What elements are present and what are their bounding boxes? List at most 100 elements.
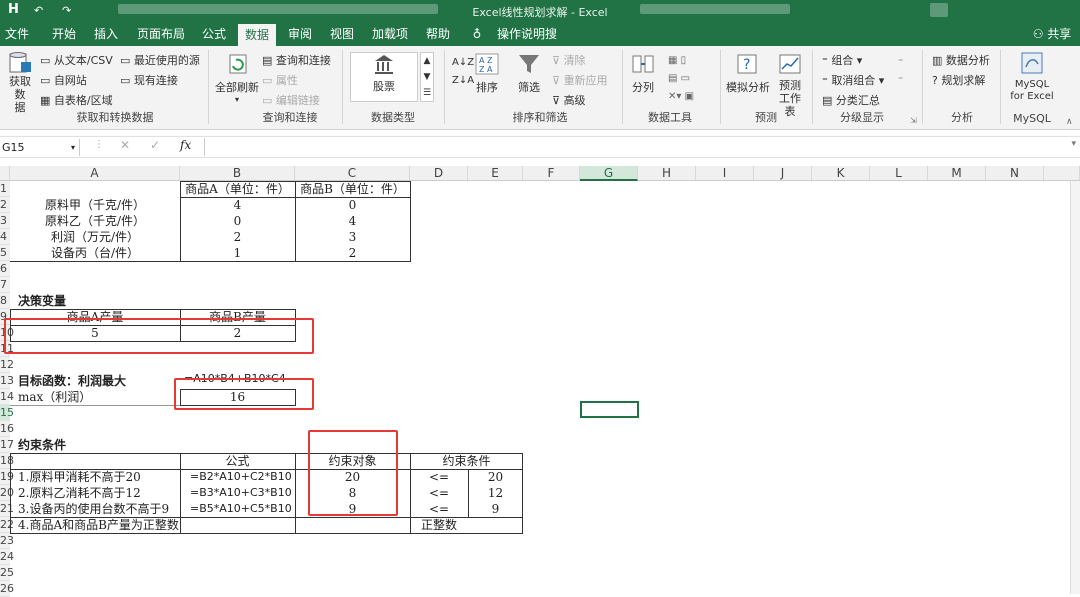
cell-B20[interactable]: =B3*A10+C3*B10 — [190, 485, 292, 501]
cell-C2[interactable]: 0 — [295, 197, 410, 213]
cell-B1[interactable]: 商品A（单位：件） — [180, 181, 295, 197]
select-all-corner[interactable] — [0, 166, 10, 181]
clear-filter[interactable]: ⊽ 清除 — [552, 52, 586, 68]
cell-D21[interactable]: <= — [410, 501, 468, 517]
cell-A5[interactable]: 设备丙（台/件） — [10, 245, 180, 261]
datatype-gallery-scroll[interactable]: ▲ ▼ ☰ — [420, 52, 434, 102]
column-header[interactable]: D — [410, 166, 468, 181]
from-table-range[interactable]: ▦ 自表格/区域 — [40, 92, 113, 108]
from-web[interactable]: ▭ 自网站 — [40, 72, 87, 88]
row-header[interactable]: 25 — [0, 565, 14, 581]
cell-A8[interactable]: 决策变量 — [18, 293, 66, 309]
column-header[interactable]: B — [180, 166, 295, 181]
cancel-icon[interactable]: ✕ — [120, 138, 130, 152]
chevron-down-icon[interactable]: ▾ — [71, 139, 75, 156]
cell-C3[interactable]: 4 — [295, 213, 410, 229]
share-button[interactable]: ⚇ 共享 — [1030, 22, 1074, 46]
row-header[interactable]: 12 — [0, 357, 14, 373]
tab-formulas[interactable]: 公式 — [196, 22, 232, 46]
row-header[interactable]: 8 — [0, 293, 10, 309]
tab-review[interactable]: 审阅 — [284, 22, 316, 46]
cell-E20[interactable]: 12 — [468, 485, 523, 501]
row-header[interactable]: 3 — [0, 213, 10, 229]
stocks-datatype[interactable]: 股票 — [350, 52, 418, 102]
text-to-columns-button[interactable]: 分列 — [630, 52, 656, 95]
ungroup-button[interactable]: ⁼ 取消组合 ▾ — [822, 72, 884, 88]
row-header[interactable]: 14 — [0, 389, 14, 405]
row-header[interactable]: 1 — [0, 181, 10, 197]
tab-data[interactable]: 数据 — [238, 24, 276, 46]
refresh-all-button[interactable]: 全部刷新 ▾ — [214, 52, 260, 104]
cell-E21[interactable]: 9 — [468, 501, 523, 517]
tab-view[interactable]: 视图 — [326, 22, 358, 46]
tab-home[interactable]: 开始 — [46, 22, 82, 46]
row-header[interactable]: 23 — [0, 533, 14, 549]
row-header[interactable]: 24 — [0, 549, 14, 565]
reapply-filter[interactable]: ⊽ 重新应用 — [552, 72, 608, 88]
row-header[interactable]: 21 — [0, 501, 14, 517]
data-tools-small-icons[interactable]: ▦ ▯ ▤ ▭ ✕▾ ▣ — [668, 52, 694, 106]
row-header[interactable]: 4 — [0, 229, 10, 245]
cell-A19[interactable]: 1.原料甲消耗不高于20 — [18, 469, 141, 485]
group-button[interactable]: ⁼ 组合 ▾ — [822, 52, 862, 68]
cell-A20[interactable]: 2.原料乙消耗不高于12 — [18, 485, 141, 501]
from-text-csv[interactable]: ▭ 从文本/CSV — [40, 52, 113, 68]
row-header[interactable]: 13 — [0, 373, 14, 389]
name-box[interactable]: G15 ▾ — [0, 139, 80, 156]
sort-asc-desc[interactable]: A↓Z Z↓A — [452, 54, 474, 90]
queries-connections[interactable]: ▤ 查询和连接 — [262, 52, 331, 68]
row-header[interactable]: 22 — [0, 517, 14, 533]
cell-D18[interactable]: 约束条件 — [410, 453, 523, 469]
cell-A2[interactable]: 原料甲（千克/件） — [10, 197, 180, 213]
worksheet-grid[interactable]: A B C D E F G H I J K L M N 1 2 3 4 5 6 … — [0, 166, 1080, 597]
row-header[interactable]: 26 — [0, 581, 14, 597]
column-header[interactable]: F — [523, 166, 580, 181]
cell-D19[interactable]: <= — [410, 469, 468, 485]
tab-addins[interactable]: 加载项 — [368, 22, 412, 46]
cell-C4[interactable]: 3 — [295, 229, 410, 245]
mysql-for-excel-button[interactable]: MySQL for Excel — [1008, 50, 1056, 103]
existing-connections[interactable]: ▭ 现有连接 — [120, 72, 178, 88]
cell-A21[interactable]: 3.设备丙的使用台数不高于9 — [18, 501, 169, 517]
tell-me-search[interactable]: 操作说明搜索 — [492, 22, 562, 65]
tab-help[interactable]: 帮助 — [422, 22, 454, 46]
cell-B21[interactable]: =B5*A10+C5*B10 — [190, 501, 292, 517]
row-header[interactable]: 5 — [0, 245, 10, 261]
enter-icon[interactable]: ✓ — [150, 138, 160, 152]
cell-B2[interactable]: 4 — [180, 197, 295, 213]
edit-links[interactable]: ▭ 编辑链接 — [262, 92, 320, 108]
selected-cell-G15[interactable] — [580, 401, 639, 418]
cell-C1[interactable]: 商品B（单位：件） — [295, 181, 410, 197]
cell-B19[interactable]: =B2*A10+C2*B10 — [190, 469, 292, 485]
cell-C5[interactable]: 2 — [295, 245, 410, 261]
cell-B3[interactable]: 0 — [180, 213, 295, 229]
row-header[interactable]: 6 — [0, 261, 10, 277]
cell-A13[interactable]: 目标函数：利润最大 — [18, 373, 126, 389]
column-header[interactable]: H — [638, 166, 696, 181]
insert-function-icon[interactable]: fx — [180, 138, 191, 152]
cell-A22[interactable]: 4.商品A和商品B产量为正整数 — [18, 517, 179, 533]
sort-button[interactable]: A ZZ A 排序 — [474, 52, 500, 95]
what-if-analysis-button[interactable]: ? 模拟分析 — [726, 52, 770, 95]
cell-A3[interactable]: 原料乙（千克/件） — [10, 213, 180, 229]
column-header[interactable]: E — [468, 166, 523, 181]
row-header[interactable]: 19 — [0, 469, 14, 485]
cell-B5[interactable]: 1 — [180, 245, 295, 261]
advanced-filter[interactable]: ⊽ 高级 — [552, 92, 586, 108]
cell-A17[interactable]: 约束条件 — [18, 437, 66, 453]
column-header[interactable]: C — [295, 166, 410, 181]
cell-D20[interactable]: <= — [410, 485, 468, 501]
row-header[interactable]: 20 — [0, 485, 14, 501]
account-avatar[interactable] — [930, 3, 948, 17]
row-header[interactable]: 17 — [0, 437, 14, 453]
get-data-button[interactable]: 获取数 据 — [4, 50, 36, 114]
row-header-selected[interactable]: 15 — [0, 405, 14, 421]
outline-show-hide-icons[interactable]: ⁼ ⁼ — [898, 54, 903, 90]
row-header[interactable]: 16 — [0, 421, 14, 437]
row-header[interactable]: 18 — [0, 453, 14, 469]
cell-A14[interactable]: max（利润） — [18, 389, 91, 405]
outline-dialog-launcher-icon[interactable]: ⇲ — [910, 116, 917, 125]
cell-D22[interactable]: 正整数 — [410, 517, 468, 533]
solver-button[interactable]: ? 规划求解 — [932, 72, 985, 88]
row-header[interactable]: 7 — [0, 277, 10, 293]
